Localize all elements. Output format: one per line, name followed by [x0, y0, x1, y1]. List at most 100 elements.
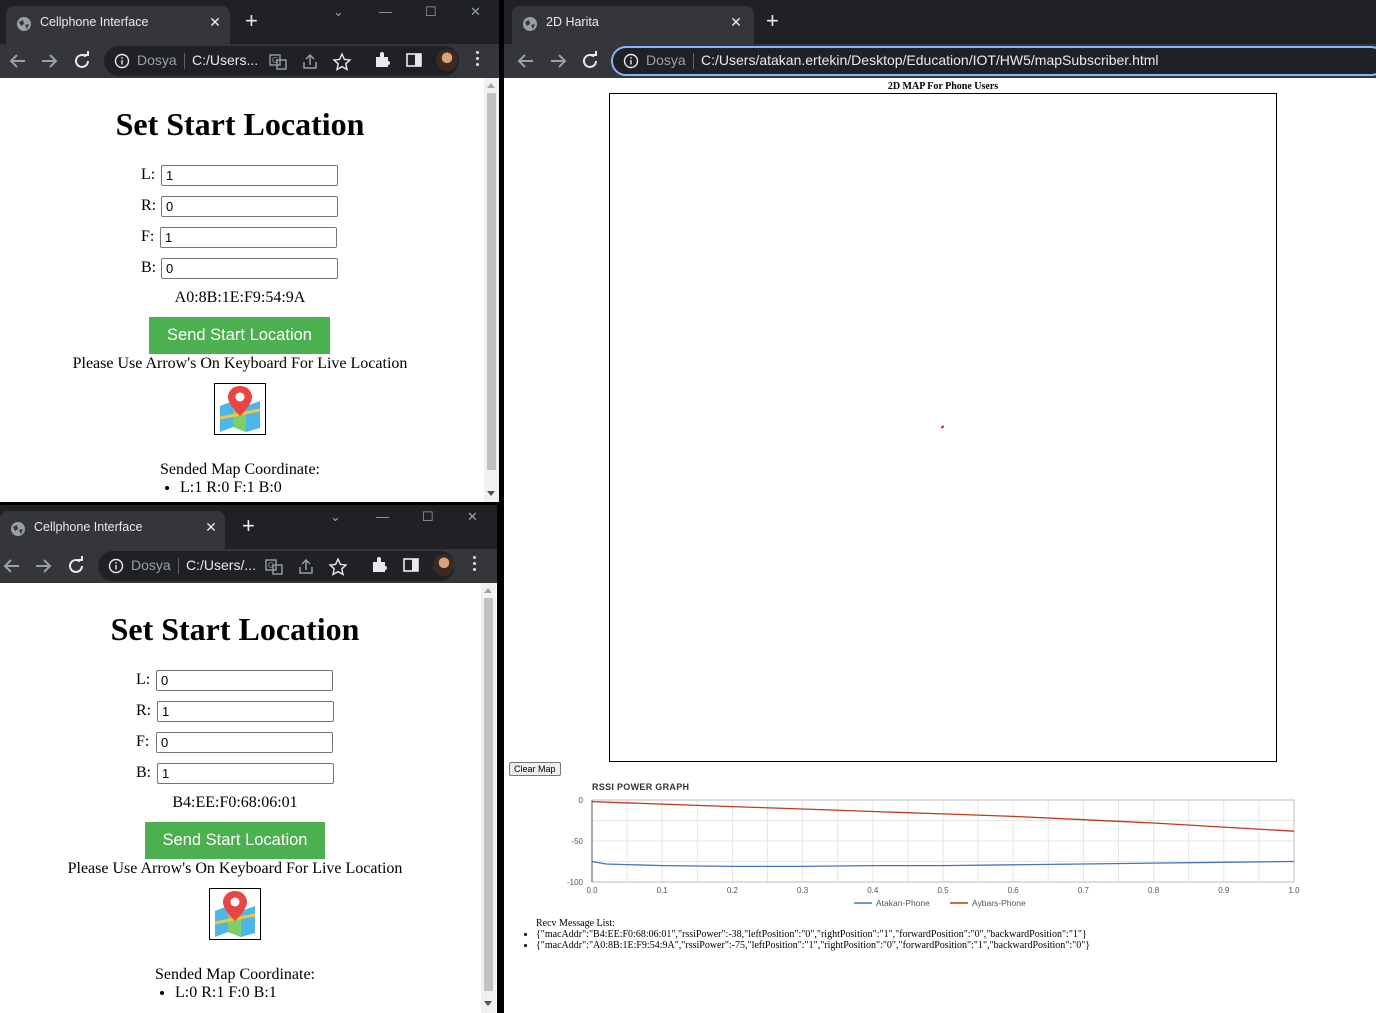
- scrollbar[interactable]: [481, 583, 496, 1013]
- legend-label: Aybars-Phone: [972, 898, 1026, 908]
- field-label: B:: [136, 764, 152, 781]
- back-icon[interactable]: [6, 49, 30, 73]
- bookmark-star-icon[interactable]: [328, 557, 348, 577]
- scroll-up-icon[interactable]: [487, 83, 495, 88]
- rssi-chart: 0.0 0.1 0.2 0.3 0.4 0.5 0.6 0.7 0.8 0.9 1.0 0 -50 -10…: [567, 796, 1300, 908]
- field-label: L:: [141, 166, 156, 183]
- extensions-icon[interactable]: [369, 555, 389, 575]
- info-icon[interactable]: [623, 53, 639, 69]
- reload-icon[interactable]: [64, 554, 88, 578]
- legend-label: Atakan-Phone: [876, 898, 930, 908]
- l-input[interactable]: 1: [161, 165, 338, 186]
- x-tick-label: 0.1: [657, 886, 669, 895]
- maximize-icon[interactable]: ☐: [422, 509, 434, 525]
- user-position-marker: [940, 425, 945, 429]
- scroll-thumb[interactable]: [487, 93, 496, 470]
- forward-icon[interactable]: [31, 554, 55, 578]
- scroll-down-icon[interactable]: [484, 1001, 492, 1006]
- tab-title: Cellphone Interface: [34, 520, 143, 534]
- x-tick-label: 0.5: [937, 886, 949, 895]
- tab-cellphone[interactable]: Cellphone Interface ✕: [0, 511, 225, 549]
- address-bar[interactable]: Dosya C:/Users/atakan.ertekin/Desktop/Ed…: [611, 46, 1376, 76]
- side-panel-icon[interactable]: [404, 50, 424, 70]
- bookmark-star-icon[interactable]: [332, 52, 352, 72]
- x-tick-label: 1.0: [1288, 886, 1300, 895]
- translate-icon[interactable]: G: [264, 557, 284, 577]
- scroll-thumb[interactable]: [484, 598, 493, 991]
- send-start-location-button[interactable]: Send Start Location: [145, 822, 325, 859]
- list-item: {"macAddr":"B4:EE:F0:68:06:01","rssiPowe…: [536, 929, 1090, 940]
- tab-cellphone[interactable]: Cellphone Interface ✕: [6, 6, 230, 44]
- share-icon[interactable]: [300, 52, 320, 72]
- r-input[interactable]: 0: [161, 196, 338, 217]
- menu-kebab-icon[interactable]: [476, 51, 480, 69]
- coordinate-title: Sended Map Coordinate:: [155, 966, 315, 983]
- y-tick-label: -50: [571, 837, 583, 846]
- cellphone-window-top: Cellphone Interface ✕ + ⌄ — ☐ ✕ Dosya C:…: [0, 0, 499, 502]
- map-pin-icon[interactable]: [209, 888, 261, 940]
- list-item: {"macAddr":"A0:8B:1E:F9:54:9A","rssiPowe…: [536, 940, 1090, 951]
- back-icon[interactable]: [514, 49, 538, 73]
- close-tab-icon[interactable]: ✕: [201, 517, 221, 537]
- new-tab-button[interactable]: +: [242, 515, 255, 537]
- x-tick-label: 0.0: [586, 886, 598, 895]
- map-icon-graphic: [219, 386, 261, 432]
- tab-2d-harita[interactable]: 2D Harita ✕: [512, 6, 754, 44]
- chevron-down-icon[interactable]: ⌄: [333, 4, 344, 20]
- r-input[interactable]: 1: [157, 701, 334, 722]
- extensions-icon[interactable]: [372, 50, 392, 70]
- scroll-up-icon[interactable]: [484, 588, 492, 593]
- y-tick-label: 0: [579, 796, 584, 805]
- info-icon[interactable]: [108, 558, 124, 574]
- side-panel-icon[interactable]: [401, 555, 421, 575]
- map-pin-icon[interactable]: [214, 383, 266, 435]
- menu-kebab-icon[interactable]: [473, 556, 477, 574]
- f-input[interactable]: 1: [160, 227, 337, 248]
- forward-icon[interactable]: [37, 49, 61, 73]
- scheme-label: Dosya: [131, 557, 171, 573]
- l-input[interactable]: 0: [156, 670, 333, 691]
- reload-icon[interactable]: [578, 49, 602, 73]
- share-icon[interactable]: [296, 557, 316, 577]
- close-tab-icon[interactable]: ✕: [726, 12, 746, 32]
- chevron-down-icon[interactable]: ⌄: [330, 509, 341, 525]
- x-tick-label: 0.3: [797, 886, 809, 895]
- x-tick-label: 0.8: [1148, 886, 1160, 895]
- scroll-down-icon[interactable]: [487, 491, 495, 496]
- close-tab-icon[interactable]: ✕: [205, 12, 225, 32]
- field-label: F:: [136, 733, 150, 750]
- cellphone-window-bottom: Cellphone Interface ✕ + ⌄ — ☐ ✕ Dosya C:…: [0, 505, 497, 1013]
- b-input[interactable]: 0: [161, 258, 338, 279]
- mac-address: B4:EE:F0:68:06:01: [172, 794, 298, 811]
- scrollbar[interactable]: [484, 78, 499, 502]
- tab-strip: Cellphone Interface ✕ + ⌄ — ☐ ✕: [0, 0, 499, 44]
- url-text[interactable]: C:/Users...: [192, 52, 258, 68]
- recv-title: Recv Message List:: [536, 918, 615, 929]
- maximize-icon[interactable]: ☐: [425, 4, 437, 20]
- close-window-icon[interactable]: ✕: [470, 4, 481, 20]
- send-start-location-button[interactable]: Send Start Location: [149, 317, 330, 354]
- toolbar: Dosya C:/Users... G: [0, 44, 499, 78]
- minimize-icon[interactable]: —: [379, 4, 392, 20]
- avatar[interactable]: [436, 49, 458, 71]
- avatar[interactable]: [433, 554, 455, 576]
- info-icon[interactable]: [114, 53, 130, 69]
- back-icon[interactable]: [0, 554, 24, 578]
- translate-icon[interactable]: G: [268, 52, 288, 72]
- minimize-icon[interactable]: —: [376, 509, 389, 525]
- f-input[interactable]: 0: [156, 732, 333, 753]
- reload-icon[interactable]: [70, 49, 94, 73]
- clear-map-button[interactable]: Clear Map: [509, 762, 561, 776]
- new-tab-button[interactable]: +: [766, 10, 779, 32]
- forward-icon[interactable]: [546, 49, 570, 73]
- list-item: L:0 R:1 F:0 B:1: [175, 984, 277, 1002]
- map-canvas[interactable]: [609, 93, 1277, 762]
- url-text[interactable]: C:/Users/...: [186, 557, 256, 573]
- map-title: 2D MAP For Phone Users: [887, 81, 999, 92]
- coordinate-list: L:1 R:0 F:1 B:0: [180, 479, 282, 497]
- new-tab-button[interactable]: +: [245, 10, 258, 32]
- close-window-icon[interactable]: ✕: [467, 509, 478, 525]
- x-tick-label: 0.6: [1008, 886, 1020, 895]
- b-input[interactable]: 1: [157, 763, 334, 784]
- url-text[interactable]: C:/Users/atakan.ertekin/Desktop/Educatio…: [701, 52, 1159, 68]
